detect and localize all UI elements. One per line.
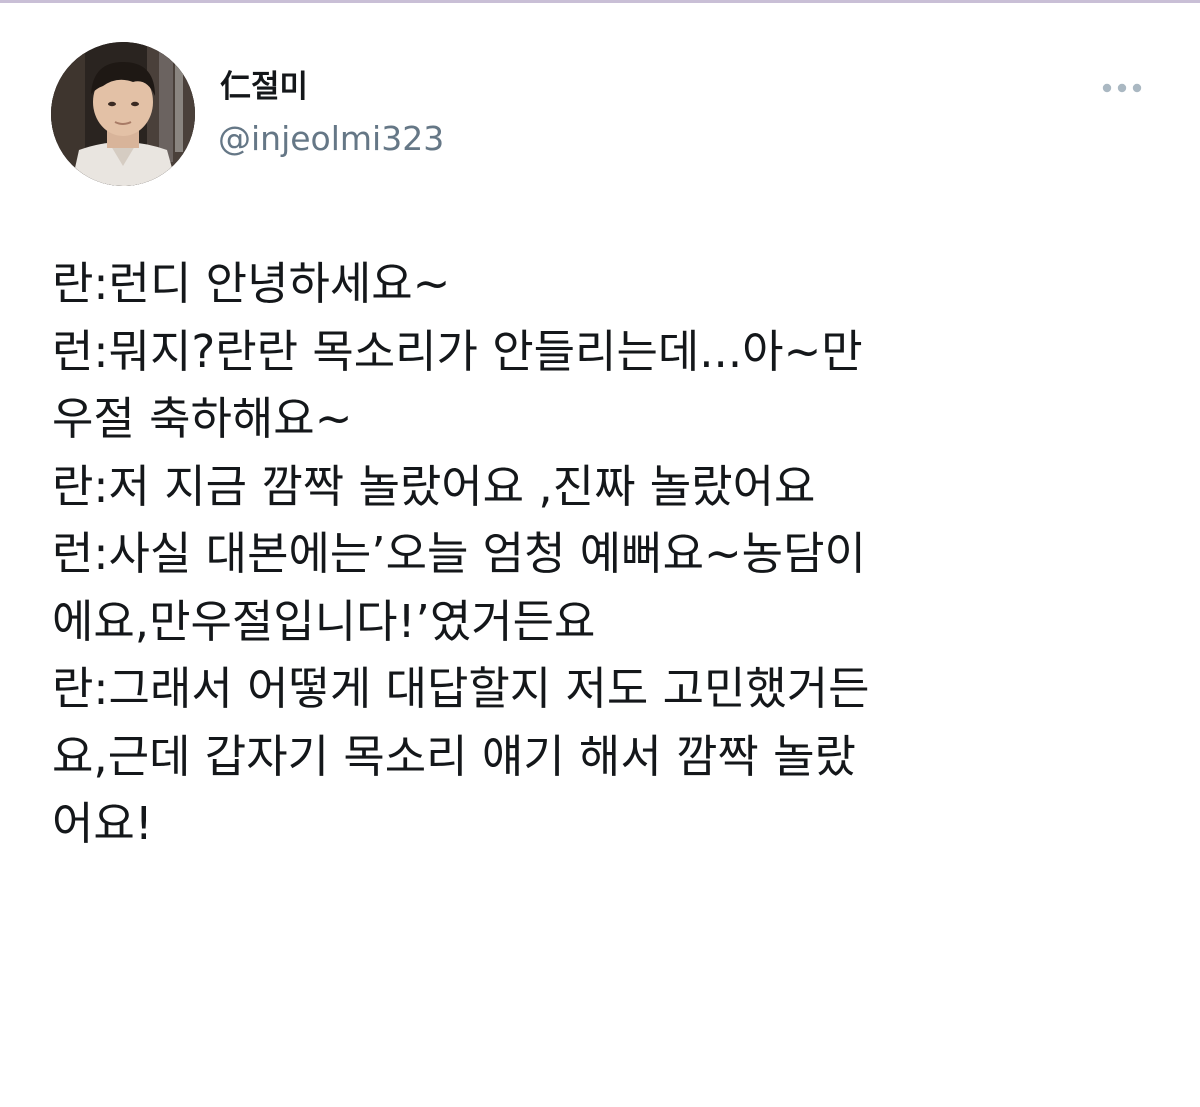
tweet-text-line: 에요,만우절입니다!’였거든요 bbox=[52, 594, 596, 648]
tweet-text-line: 우절 축하해요~ bbox=[52, 392, 353, 445]
tweet-text: 란:런디 안녕하세요~ 런:뭐지?란란 목소리가 안들리는데...아~만 우절 … bbox=[52, 250, 1152, 858]
more-options-button[interactable] bbox=[1092, 72, 1152, 104]
author-display-name[interactable]: 仁절미 bbox=[220, 68, 308, 106]
tweet-text-line: 란:저 지금 깜짝 놀랐어요 ,진짜 놀랐어요 bbox=[52, 459, 816, 513]
tweet-text-line: 란:그래서 어떻게 대답할지 저도 고민했거든 bbox=[52, 662, 870, 715]
more-options-icon bbox=[1102, 83, 1142, 93]
author-handle[interactable]: @injeolmi323 bbox=[218, 119, 444, 159]
avatar[interactable] bbox=[51, 42, 195, 186]
tweet-text-line: 런:사실 대본에는’오늘 엄청 예뻐요~농담이 bbox=[52, 527, 866, 580]
top-divider bbox=[0, 0, 1200, 3]
tweet-text-line: 런:뭐지?란란 목소리가 안들리는데...아~만 bbox=[52, 324, 863, 378]
tweet-text-line: 란:런디 안녕하세요~ bbox=[52, 257, 451, 310]
tweet-text-line: 어요! bbox=[52, 797, 153, 850]
tweet-text-line: 요,근데 갑자기 목소리 얘기 해서 깜짝 놀랐 bbox=[52, 729, 856, 783]
profile-photo-icon bbox=[51, 42, 195, 186]
